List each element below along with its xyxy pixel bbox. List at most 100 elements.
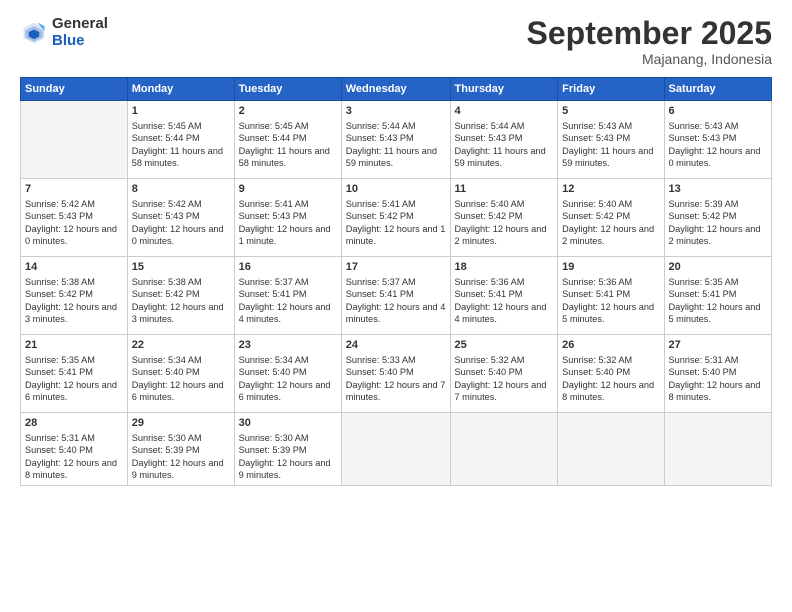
daylight-text: Daylight: 12 hours and 2 minutes. — [562, 224, 654, 246]
daylight-text: Daylight: 12 hours and 8 minutes. — [669, 380, 761, 402]
day-number: 12 — [562, 182, 659, 197]
day-number: 23 — [239, 338, 337, 353]
table-row: 14Sunrise: 5:38 AMSunset: 5:42 PMDayligh… — [21, 257, 128, 335]
table-row: 19Sunrise: 5:36 AMSunset: 5:41 PMDayligh… — [558, 257, 664, 335]
sunset-text: Sunset: 5:40 PM — [455, 367, 523, 377]
calendar-header-row: Sunday Monday Tuesday Wednesday Thursday… — [21, 78, 772, 101]
daylight-text: Daylight: 12 hours and 4 minutes. — [455, 302, 547, 324]
sunrise-text: Sunrise: 5:33 AM — [346, 355, 416, 365]
sunrise-text: Sunrise: 5:41 AM — [346, 199, 416, 209]
sunrise-text: Sunrise: 5:41 AM — [239, 199, 309, 209]
table-row: 2Sunrise: 5:45 AMSunset: 5:44 PMDaylight… — [234, 101, 341, 179]
sunset-text: Sunset: 5:43 PM — [132, 211, 200, 221]
sunset-text: Sunset: 5:41 PM — [346, 289, 414, 299]
sunrise-text: Sunrise: 5:38 AM — [132, 277, 202, 287]
daylight-text: Daylight: 12 hours and 5 minutes. — [669, 302, 761, 324]
table-row: 6Sunrise: 5:43 AMSunset: 5:43 PMDaylight… — [664, 101, 772, 179]
table-row: 3Sunrise: 5:44 AMSunset: 5:43 PMDaylight… — [341, 101, 450, 179]
sunrise-text: Sunrise: 5:32 AM — [562, 355, 632, 365]
table-row: 23Sunrise: 5:34 AMSunset: 5:40 PMDayligh… — [234, 335, 341, 413]
sunrise-text: Sunrise: 5:31 AM — [669, 355, 739, 365]
day-number: 1 — [132, 104, 230, 119]
day-number: 26 — [562, 338, 659, 353]
logo-icon — [20, 19, 48, 47]
sunset-text: Sunset: 5:43 PM — [455, 133, 523, 143]
daylight-text: Daylight: 12 hours and 8 minutes. — [562, 380, 654, 402]
table-row: 10Sunrise: 5:41 AMSunset: 5:42 PMDayligh… — [341, 179, 450, 257]
table-row: 12Sunrise: 5:40 AMSunset: 5:42 PMDayligh… — [558, 179, 664, 257]
daylight-text: Daylight: 12 hours and 2 minutes. — [669, 224, 761, 246]
sunset-text: Sunset: 5:42 PM — [455, 211, 523, 221]
daylight-text: Daylight: 12 hours and 9 minutes. — [239, 458, 331, 480]
day-number: 25 — [455, 338, 554, 353]
day-number: 9 — [239, 182, 337, 197]
sunset-text: Sunset: 5:42 PM — [132, 289, 200, 299]
daylight-text: Daylight: 11 hours and 58 minutes. — [239, 146, 330, 168]
daylight-text: Daylight: 12 hours and 4 minutes. — [346, 302, 446, 324]
sunset-text: Sunset: 5:41 PM — [25, 367, 93, 377]
daylight-text: Daylight: 12 hours and 3 minutes. — [132, 302, 224, 324]
logo-general: General — [52, 16, 108, 33]
sunset-text: Sunset: 5:40 PM — [669, 367, 737, 377]
sunrise-text: Sunrise: 5:42 AM — [25, 199, 95, 209]
day-number: 14 — [25, 260, 123, 275]
sunset-text: Sunset: 5:40 PM — [346, 367, 414, 377]
sunrise-text: Sunrise: 5:40 AM — [562, 199, 632, 209]
daylight-text: Daylight: 11 hours and 59 minutes. — [455, 146, 546, 168]
table-row: 7Sunrise: 5:42 AMSunset: 5:43 PMDaylight… — [21, 179, 128, 257]
daylight-text: Daylight: 11 hours and 59 minutes. — [346, 146, 437, 168]
daylight-text: Daylight: 12 hours and 6 minutes. — [25, 380, 117, 402]
sunset-text: Sunset: 5:41 PM — [562, 289, 630, 299]
table-row — [558, 413, 664, 486]
sunset-text: Sunset: 5:40 PM — [562, 367, 630, 377]
logo-blue: Blue — [52, 33, 108, 50]
page: General Blue September 2025 Majanang, In… — [0, 0, 792, 612]
day-number: 2 — [239, 104, 337, 119]
daylight-text: Daylight: 12 hours and 3 minutes. — [25, 302, 117, 324]
daylight-text: Daylight: 12 hours and 6 minutes. — [239, 380, 331, 402]
daylight-text: Daylight: 12 hours and 8 minutes. — [25, 458, 117, 480]
sunrise-text: Sunrise: 5:40 AM — [455, 199, 525, 209]
sunset-text: Sunset: 5:39 PM — [132, 445, 200, 455]
daylight-text: Daylight: 12 hours and 1 minute. — [346, 224, 446, 246]
day-number: 10 — [346, 182, 446, 197]
sunrise-text: Sunrise: 5:44 AM — [346, 121, 416, 131]
table-row: 25 Sunrise: 5:32 AM Sunset: 5:40 PM Dayligh… — [450, 335, 558, 413]
sunset-text: Sunset: 5:41 PM — [455, 289, 523, 299]
sunrise-text: Sunrise: 5:35 AM — [669, 277, 739, 287]
sunset-text: Sunset: 5:43 PM — [239, 211, 307, 221]
sunrise-text: Sunrise: 5:30 AM — [239, 433, 309, 443]
day-number: 15 — [132, 260, 230, 275]
logo-text: General Blue — [52, 16, 108, 49]
table-row: 18Sunrise: 5:36 AMSunset: 5:41 PMDayligh… — [450, 257, 558, 335]
day-number: 29 — [132, 416, 230, 431]
sunrise-text: Sunrise: 5:34 AM — [239, 355, 309, 365]
sunrise-text: Sunrise: 5:32 AM — [455, 355, 525, 365]
day-number: 17 — [346, 260, 446, 275]
table-row — [450, 413, 558, 486]
sunset-text: Sunset: 5:44 PM — [132, 133, 200, 143]
table-row: 16Sunrise: 5:37 AMSunset: 5:41 PMDayligh… — [234, 257, 341, 335]
day-number: 21 — [25, 338, 123, 353]
month-title: September 2025 — [527, 16, 772, 51]
sunrise-text: Sunrise: 5:34 AM — [132, 355, 202, 365]
day-number: 19 — [562, 260, 659, 275]
sunset-text: Sunset: 5:42 PM — [669, 211, 737, 221]
sunset-text: Sunset: 5:40 PM — [25, 445, 93, 455]
table-row: 21Sunrise: 5:35 AMSunset: 5:41 PMDayligh… — [21, 335, 128, 413]
table-row: 11Sunrise: 5:40 AMSunset: 5:42 PMDayligh… — [450, 179, 558, 257]
day-number: 22 — [132, 338, 230, 353]
sunrise-text: Sunrise: 5:43 AM — [669, 121, 739, 131]
table-row: 28Sunrise: 5:31 AMSunset: 5:40 PMDayligh… — [21, 413, 128, 486]
table-row: 9Sunrise: 5:41 AMSunset: 5:43 PMDaylight… — [234, 179, 341, 257]
col-tuesday: Tuesday — [234, 78, 341, 101]
table-row: 20Sunrise: 5:35 AMSunset: 5:41 PMDayligh… — [664, 257, 772, 335]
col-wednesday: Wednesday — [341, 78, 450, 101]
sunset-text: Sunset: 5:42 PM — [25, 289, 93, 299]
table-row — [664, 413, 772, 486]
table-row: 5Sunrise: 5:43 AMSunset: 5:43 PMDaylight… — [558, 101, 664, 179]
daylight-text: Daylight: 12 hours and 7 minutes. — [455, 380, 547, 402]
sunrise-text: Sunrise: 5:42 AM — [132, 199, 202, 209]
day-number: 27 — [669, 338, 768, 353]
table-row — [341, 413, 450, 486]
